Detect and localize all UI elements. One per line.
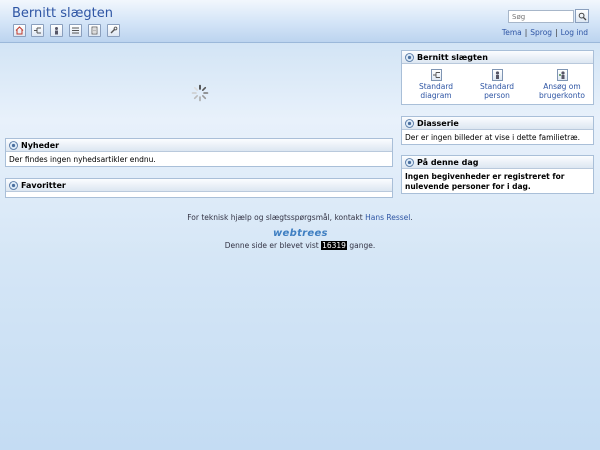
language-link[interactable]: Sprog <box>530 28 552 37</box>
default-individual-label: Standard person <box>479 82 515 100</box>
request-account-link[interactable]: Ansøg om brugerkonto <box>536 69 588 100</box>
loading-spinner-icon <box>191 84 209 102</box>
visits-prefix: Denne side er blevet vist <box>224 241 319 250</box>
search-input[interactable] <box>508 10 574 23</box>
family-tree-block-title: Bernitt slægten <box>417 53 488 62</box>
separator: | <box>524 28 528 37</box>
visits-suffix: gange. <box>349 241 376 250</box>
block-icon <box>405 119 414 128</box>
search-icon <box>578 12 586 20</box>
pedigree-chart-icon <box>34 27 41 34</box>
webtrees-logo[interactable]: webtrees <box>273 228 328 239</box>
contact-link[interactable]: Hans Ressel <box>365 213 410 222</box>
family-tree-block-header: Bernitt slægten <box>402 51 593 64</box>
family-tree-block: Bernitt slægten Standard diagram Standar… <box>401 50 594 105</box>
individual-icon <box>55 27 58 35</box>
home-icon <box>15 26 24 35</box>
user-add-icon <box>556 69 568 81</box>
default-chart-label-2: diagram <box>420 91 452 100</box>
individual-icon <box>491 69 503 81</box>
header: Bernitt slægten Tema|Sprog|Log ind <box>0 0 600 43</box>
theme-link[interactable]: Tema <box>502 28 522 37</box>
favorites-block: Favoritter <box>5 178 393 198</box>
lists-button[interactable] <box>69 24 82 37</box>
on-this-day-block-body: Ingen begivenheder er registreret for nu… <box>405 172 565 191</box>
separator: | <box>555 28 558 37</box>
default-chart-label-1: Standard <box>418 82 454 91</box>
block-icon <box>405 158 414 167</box>
slideshow-block-title: Diasserie <box>417 119 459 128</box>
slideshow-block-body: Der er ingen billeder at vise i dette fa… <box>405 133 581 142</box>
request-account-label-1: Ansøg om <box>543 82 581 91</box>
block-icon <box>9 141 18 150</box>
contact-prefix: For teknisk hjælp og slægtsspørgsmål, ko… <box>187 213 363 222</box>
site-title[interactable]: Bernitt slægten <box>12 6 113 21</box>
default-chart-link[interactable]: Standard diagram <box>416 69 456 100</box>
login-link[interactable]: Log ind <box>561 28 588 37</box>
search-button[interactable] <box>575 9 589 23</box>
list-icon <box>72 27 79 34</box>
news-block: Nyheder Der findes ingen nyhedsartikler … <box>5 138 393 167</box>
news-block-header: Nyheder <box>6 139 392 152</box>
block-icon <box>9 181 18 190</box>
report-icon <box>91 26 98 35</box>
pedigree-chart-icon <box>430 69 442 81</box>
top-links: Tema | Sprog | Log ind <box>502 28 588 37</box>
contact-line: For teknisk hjælp og slægtsspørgsmål, ko… <box>0 213 600 222</box>
on-this-day-block-header: På denne dag <box>402 156 593 169</box>
on-this-day-block-title: På denne dag <box>417 158 479 167</box>
tools-icon <box>110 26 118 34</box>
favorites-block-header: Favoritter <box>6 179 392 192</box>
contact-suffix: . <box>410 213 413 222</box>
individual-button[interactable] <box>50 24 63 37</box>
block-icon <box>405 53 414 62</box>
tools-button[interactable] <box>107 24 120 37</box>
reports-button[interactable] <box>88 24 101 37</box>
news-block-title: Nyheder <box>21 141 60 150</box>
favorites-block-title: Favoritter <box>21 181 66 190</box>
news-block-body: Der findes ingen nyhedsartikler endnu. <box>9 155 156 164</box>
visit-count: 16319 <box>321 241 347 250</box>
request-account-label-2: brugerkonto <box>538 91 585 100</box>
slideshow-block: Diasserie Der er ingen billeder at vise … <box>401 116 594 145</box>
slideshow-block-header: Diasserie <box>402 117 593 130</box>
home-button[interactable] <box>13 24 26 37</box>
pedigree-chart-button[interactable] <box>31 24 44 37</box>
on-this-day-block: På denne dag Ingen begivenheder er regis… <box>401 155 594 194</box>
page-visit-counter: Denne side er blevet vist 16319 gange. <box>0 241 600 250</box>
default-individual-link[interactable]: Standard person <box>466 69 528 100</box>
